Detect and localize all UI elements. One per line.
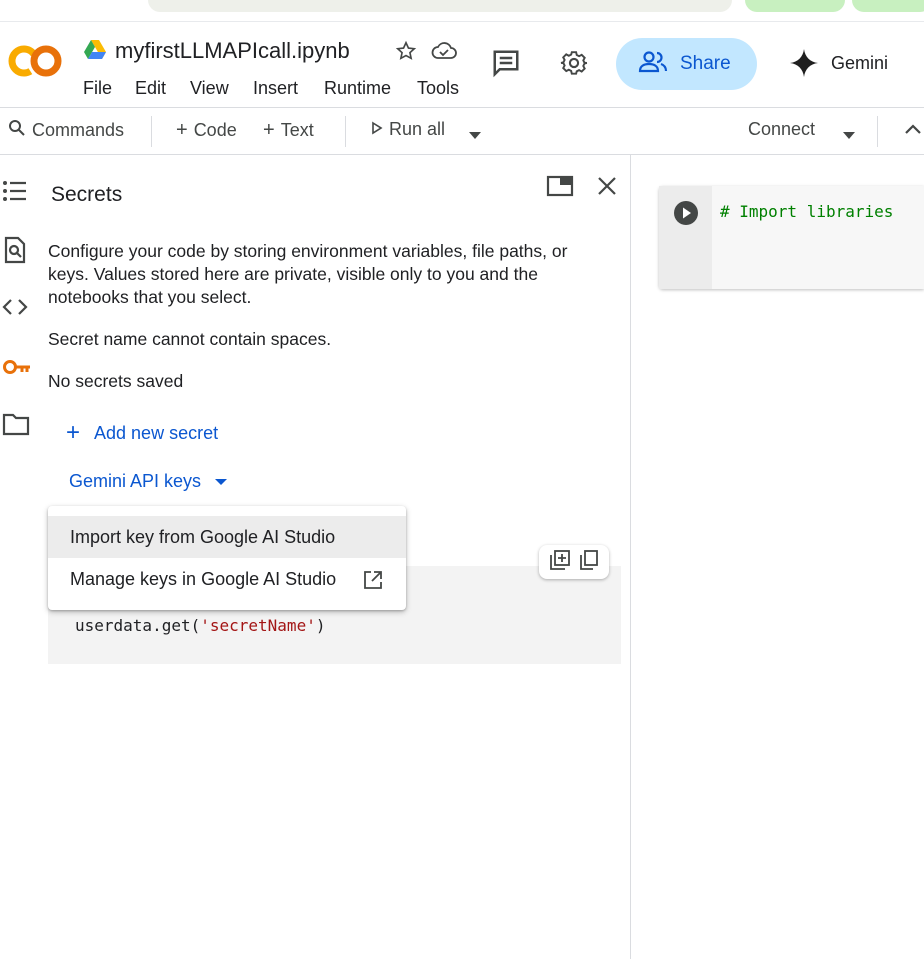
- close-icon[interactable]: [596, 175, 618, 202]
- external-link-icon: [363, 570, 383, 595]
- import-key-label: Import key from Google AI Studio: [70, 526, 336, 547]
- toolbar-separator: [877, 116, 878, 147]
- find-replace-icon[interactable]: [2, 236, 28, 264]
- dropdown-arrow-icon: [215, 473, 228, 491]
- secrets-name-warning: Secret name cannot contain spaces.: [48, 329, 332, 349]
- add-new-secret-label: Add new secret: [94, 422, 219, 443]
- manage-keys-menu-item[interactable]: Manage keys in Google AI Studio: [48, 558, 406, 600]
- plus-icon: +: [263, 119, 275, 141]
- secrets-key-icon[interactable]: [2, 354, 30, 380]
- menu-runtime[interactable]: Runtime: [324, 78, 391, 99]
- gemini-keys-dropdown: Import key from Google AI Studio Manage …: [48, 506, 406, 610]
- run-all-button[interactable]: Run all: [371, 119, 445, 140]
- code-fn: userdata.get(: [75, 616, 201, 635]
- notebook-title[interactable]: myfirstLLMAPIcall.ipynb: [115, 38, 350, 64]
- open-in-tab-icon[interactable]: [546, 174, 574, 203]
- browser-tab-strip: [0, 0, 924, 22]
- collapse-header-icon[interactable]: [904, 122, 922, 140]
- share-label: Share: [680, 53, 731, 74]
- manage-keys-label: Manage keys in Google AI Studio: [70, 568, 337, 589]
- code-snippets-icon[interactable]: [2, 296, 28, 322]
- comments-icon[interactable]: [491, 48, 521, 83]
- code-paren: ): [315, 616, 326, 635]
- people-icon: [638, 50, 668, 79]
- menu-file[interactable]: File: [83, 78, 112, 99]
- text-label: Text: [280, 120, 314, 140]
- run-all-dropdown-icon[interactable]: [468, 127, 482, 145]
- table-of-contents-icon[interactable]: [2, 178, 28, 204]
- gemini-button-label[interactable]: Gemini: [831, 53, 888, 74]
- connect-button[interactable]: Connect: [748, 119, 815, 140]
- cloud-saved-icon[interactable]: [430, 40, 458, 67]
- commands-button[interactable]: Commands: [8, 119, 124, 142]
- plus-icon: +: [66, 419, 81, 446]
- browser-extension-pill[interactable]: [852, 0, 924, 12]
- toolbar-separator: [151, 116, 152, 147]
- connect-label: Connect: [748, 119, 816, 139]
- connect-dropdown-icon[interactable]: [842, 127, 856, 145]
- snippet-actions: [539, 545, 609, 579]
- gemini-api-keys-button[interactable]: Gemini API keys: [69, 471, 228, 492]
- code-string: 'secretName': [200, 616, 316, 635]
- header-divider: [0, 107, 924, 108]
- browser-profile-pill[interactable]: [745, 0, 845, 12]
- browser-address-bar[interactable]: [148, 0, 732, 12]
- code-label: Code: [193, 120, 237, 140]
- copy-icon[interactable]: [580, 549, 598, 575]
- secrets-empty-state: No secrets saved: [48, 371, 184, 391]
- menu-insert[interactable]: Insert: [253, 78, 298, 99]
- toolbar-separator: [345, 116, 346, 147]
- secrets-panel-title: Secrets: [51, 183, 123, 206]
- toolbar-divider: [0, 154, 924, 155]
- panel-divider[interactable]: [630, 155, 631, 959]
- menu-view[interactable]: View: [190, 78, 229, 99]
- plus-icon: +: [176, 119, 188, 141]
- gemini-sparkle-icon[interactable]: [789, 48, 819, 83]
- code-line-2: userdata.get('secretName'): [75, 616, 325, 635]
- files-folder-icon[interactable]: [2, 412, 30, 438]
- commands-label: Commands: [32, 120, 125, 140]
- gemini-api-keys-label: Gemini API keys: [69, 471, 202, 491]
- play-outline-icon: [371, 119, 383, 140]
- add-text-button[interactable]: + Text: [263, 119, 314, 142]
- run-cell-icon[interactable]: [674, 201, 698, 230]
- menu-tools[interactable]: Tools: [417, 78, 459, 99]
- menu-edit[interactable]: Edit: [135, 78, 166, 99]
- add-new-secret-button[interactable]: + Add new secret: [66, 421, 218, 445]
- colab-logo[interactable]: [8, 44, 62, 83]
- cell-code-text[interactable]: # Import libraries: [720, 202, 893, 221]
- import-key-menu-item[interactable]: Import key from Google AI Studio: [48, 516, 406, 558]
- google-drive-icon: [84, 40, 106, 65]
- search-icon: [8, 119, 26, 142]
- add-code-button[interactable]: + Code: [176, 119, 237, 142]
- secrets-description: Configure your code by storing environme…: [48, 241, 568, 307]
- settings-gear-icon[interactable]: [560, 49, 588, 82]
- insert-code-icon[interactable]: [550, 549, 570, 575]
- star-icon[interactable]: [395, 40, 417, 67]
- share-button[interactable]: Share: [616, 38, 757, 90]
- run-all-label: Run all: [389, 119, 446, 139]
